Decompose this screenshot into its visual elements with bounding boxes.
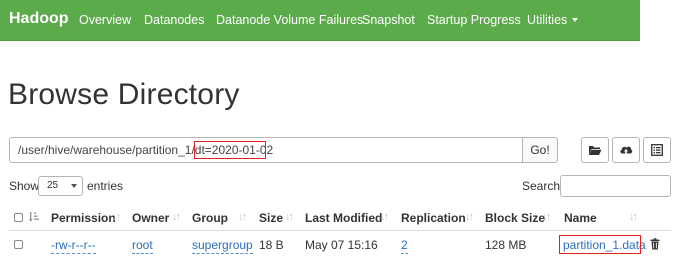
- top-navbar: Hadoop Overview Datanodes Datanode Volum…: [0, 0, 640, 41]
- last-modified-cell: May 07 15:16: [305, 238, 378, 252]
- entries-label: entries: [87, 179, 124, 193]
- nav-overview[interactable]: Overview: [79, 13, 131, 27]
- sort-arrows-icon[interactable]: ↓↑: [172, 211, 181, 223]
- sort-arrows-icon[interactable]: ↓↑: [542, 211, 551, 223]
- cloud-upload-icon: [620, 146, 633, 155]
- nav-datanodes[interactable]: Datanodes: [144, 13, 204, 27]
- column-header-group[interactable]: Group: [192, 211, 228, 225]
- show-label: Show: [9, 179, 40, 193]
- nav-utilities-dropdown[interactable]: Utilities: [527, 13, 579, 27]
- search-input[interactable]: [560, 175, 671, 197]
- search-label: Search:: [522, 179, 564, 193]
- list-alt-icon: [651, 144, 663, 156]
- nav-datanode-volume-failures[interactable]: Datanode Volume Failures: [216, 13, 363, 27]
- sort-order-icon[interactable]: [29, 211, 40, 223]
- sort-arrows-icon[interactable]: ↓↑: [112, 211, 121, 223]
- column-header-last-modified[interactable]: Last Modified: [305, 211, 382, 225]
- sort-arrows-icon[interactable]: ↓↑: [285, 211, 294, 223]
- path-highlight-box: [194, 141, 266, 159]
- column-header-owner[interactable]: Owner: [132, 211, 169, 225]
- create-directory-button[interactable]: [581, 137, 609, 163]
- nav-utilities-label: Utilities: [527, 13, 568, 27]
- column-header-replication[interactable]: Replication: [401, 211, 466, 225]
- caret-down-icon: [572, 18, 579, 22]
- go-button[interactable]: Go!: [522, 137, 558, 163]
- nav-snapshot[interactable]: Snapshot: [362, 13, 415, 27]
- sort-arrows-icon[interactable]: ↓↑: [238, 211, 247, 223]
- row-checkbox[interactable]: [14, 240, 23, 249]
- brand-logo[interactable]: Hadoop: [9, 10, 69, 28]
- sort-arrows-icon[interactable]: ↓↑: [465, 211, 474, 223]
- entries-per-page-select[interactable]: 25: [38, 176, 83, 196]
- owner-cell[interactable]: root: [132, 238, 153, 254]
- name-highlight-box: [559, 235, 641, 254]
- upload-button[interactable]: [612, 137, 640, 163]
- path-prefix: /user/hive/warehouse/partition_1/: [18, 143, 195, 157]
- replication-cell[interactable]: 2: [401, 238, 408, 254]
- sort-arrows-icon[interactable]: ↓↑: [380, 211, 389, 223]
- view-list-button[interactable]: [643, 137, 671, 163]
- permission-cell[interactable]: -rw-r--r--: [51, 238, 96, 254]
- size-cell: 18 B: [259, 238, 284, 252]
- nav-startup-progress[interactable]: Startup Progress: [427, 13, 521, 27]
- entries-select-value: 25: [47, 180, 59, 191]
- select-all-checkbox[interactable]: [14, 213, 23, 222]
- trash-icon[interactable]: [650, 238, 660, 250]
- directory-path-input[interactable]: /user/hive/warehouse/partition_1/dt=2020…: [9, 137, 523, 163]
- folder-open-icon: [589, 146, 602, 155]
- select-caret-icon: [71, 184, 77, 188]
- column-header-size[interactable]: Size: [259, 211, 283, 225]
- block-size-cell: 128 MB: [485, 238, 527, 252]
- page-title: Browse Directory: [8, 78, 240, 111]
- group-cell[interactable]: supergroup: [192, 238, 253, 254]
- column-header-block-size[interactable]: Block Size: [485, 211, 545, 225]
- sort-arrows-icon[interactable]: ↓↑: [629, 211, 638, 223]
- column-header-name[interactable]: Name: [564, 211, 597, 225]
- table-header-divider: [9, 230, 671, 231]
- column-header-permission[interactable]: Permission: [51, 211, 116, 225]
